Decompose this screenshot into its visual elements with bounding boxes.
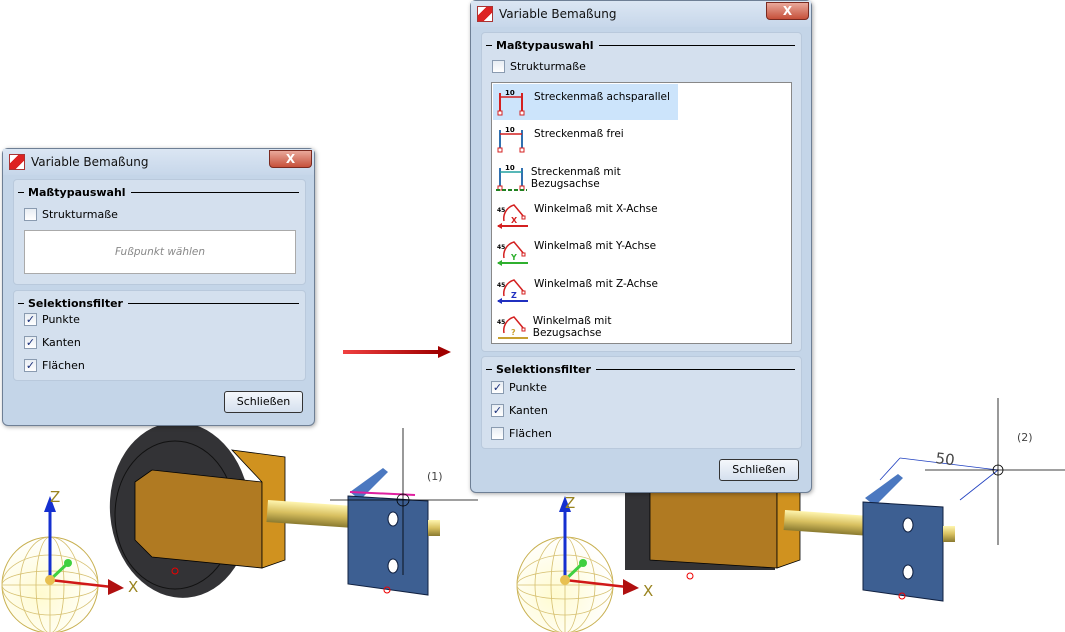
title-bar[interactable]: Variable Bemaßung: [3, 149, 314, 175]
bracket-part: [862, 473, 956, 602]
group-title: Maßtypauswahl: [486, 39, 795, 52]
checkbox-label: Flächen: [509, 427, 552, 440]
checkbox-label: Punkte: [509, 381, 547, 394]
checkbox-structure[interactable]: Strukturmaße: [492, 60, 586, 73]
dimension-type-label: Winkelmaß mit Z-Achse: [534, 277, 658, 290]
checkbox-label: Strukturmaße: [42, 208, 118, 221]
checkbox-faces[interactable]: Flächen: [491, 427, 552, 440]
angle-y-axis-icon: 45 Y: [497, 241, 528, 267]
group-dimension-type: Maßtypauswahl Strukturmaße Fußpunkt wähl…: [13, 179, 306, 285]
close-icon[interactable]: X: [269, 150, 312, 168]
dimension-type-item[interactable]: 45 Z Winkelmaß mit Z-Achse: [493, 271, 678, 307]
variable-dimension-dialog-initial: Variable Bemaßung X Maßtypauswahl Strukt…: [2, 148, 315, 426]
checkbox-label: Punkte: [42, 313, 80, 326]
svg-text:10: 10: [505, 164, 515, 172]
dimension-type-list[interactable]: 10 Streckenmaß achsparallel 10 Streckenmaß …: [491, 82, 792, 344]
checkbox-edges[interactable]: ✓ Kanten: [491, 404, 548, 417]
axis-z-label: Z: [565, 494, 575, 512]
transition-arrow: [343, 346, 451, 358]
hint-box: Fußpunkt wählen: [24, 230, 296, 274]
svg-text:45: 45: [497, 282, 505, 289]
dimension-type-item[interactable]: 10 Streckenmaß mit Bezugsachse: [493, 159, 678, 195]
linear-dimension-axis-parallel-icon: 10: [497, 89, 525, 116]
group-dimension-type: Maßtypauswahl Strukturmaße 10 Streckenmaß…: [481, 32, 802, 352]
variable-dimension-dialog-expanded: Variable Bemaßung X Maßtypauswahl Strukt…: [470, 0, 812, 493]
group-title: Selektionsfilter: [486, 363, 795, 376]
bracket-part: [347, 467, 441, 596]
marker-2: (2): [1017, 431, 1033, 444]
close-icon[interactable]: X: [766, 2, 809, 20]
svg-text:?: ?: [511, 328, 516, 337]
dimension-type-label: Streckenmaß frei: [534, 128, 624, 141]
group-title: Selektionsfilter: [18, 297, 299, 310]
svg-text:Y: Y: [510, 253, 517, 262]
checkbox-label: Kanten: [42, 336, 81, 349]
checkbox-points[interactable]: ✓ Punkte: [24, 313, 80, 326]
svg-text:45: 45: [497, 207, 505, 214]
svg-text:10: 10: [505, 89, 515, 97]
svg-text:45: 45: [497, 244, 505, 251]
marker-1: (1): [427, 470, 443, 483]
axis-gizmo: [0, 494, 126, 632]
angle-x-axis-icon: 45 X: [497, 204, 528, 229]
svg-text:X: X: [511, 216, 518, 225]
dimension-type-label: Winkelmaß mit X-Achse: [534, 202, 658, 215]
dimension-type-label: Winkelmaß mit Bezugsachse: [532, 314, 612, 339]
app-icon: [9, 154, 25, 170]
checkbox-faces[interactable]: ✓ Flächen: [24, 359, 85, 372]
linear-dimension-reference-axis-icon: 10: [496, 164, 527, 191]
crosshair-2: [925, 398, 1065, 545]
checkbox-points[interactable]: ✓ Punkte: [491, 381, 547, 394]
checkbox-edges[interactable]: ✓ Kanten: [24, 336, 81, 349]
wheel-assembly: [109, 422, 350, 598]
group-title: Maßtypauswahl: [18, 186, 299, 199]
axis-x-label: X: [128, 578, 138, 596]
dimension-type-label: Streckenmaß achsparallel: [534, 91, 670, 103]
axis-gizmo: [515, 494, 641, 632]
dialog-title: Variable Bemaßung: [499, 7, 617, 21]
angle-reference-axis-icon: 45?: [497, 315, 528, 339]
dimension-type-label: Streckenmaß mit Bezugsachse: [530, 165, 621, 190]
svg-text:45: 45: [497, 319, 505, 326]
checkbox-label: Strukturmaße: [510, 60, 586, 73]
checkbox-structure[interactable]: Strukturmaße: [24, 208, 118, 221]
group-selection-filter: Selektionsfilter ✓ Punkte ✓ Kanten ✓ Fläche…: [13, 290, 306, 381]
angle-z-axis-icon: 45 Z: [497, 278, 528, 304]
dimension-type-label: Winkelmaß mit Y-Achse: [534, 240, 657, 253]
axis-x-label: X: [643, 582, 653, 600]
svg-text:Z: Z: [511, 291, 517, 300]
dimension-type-item[interactable]: 10 Streckenmaß achsparallel: [493, 84, 678, 120]
dimension-type-item[interactable]: 45 X Winkelmaß mit X-Achse: [493, 196, 678, 232]
title-bar[interactable]: Variable Bemaßung: [471, 1, 811, 27]
dimension-type-item[interactable]: 10 Streckenmaß frei: [493, 121, 678, 157]
checkbox-label: Flächen: [42, 359, 85, 372]
group-selection-filter: Selektionsfilter ✓ Punkte ✓ Kanten Flächen: [481, 356, 802, 449]
linear-dimension-free-icon: 10: [497, 126, 525, 153]
app-icon: [477, 6, 493, 22]
close-button[interactable]: Schließen: [224, 391, 303, 413]
dimension-value: 50: [935, 449, 956, 469]
svg-text:10: 10: [505, 126, 515, 134]
checkbox-label: Kanten: [509, 404, 548, 417]
dimension-type-item[interactable]: 45 Y Winkelmaß mit Y-Achse: [493, 233, 678, 269]
close-button[interactable]: Schließen: [719, 459, 799, 481]
axis-z-label: Z: [50, 488, 60, 506]
wheel-assembly: [625, 490, 867, 580]
dimension-type-item[interactable]: 45? Winkelmaß mit Bezugsachse: [493, 308, 678, 344]
dialog-title: Variable Bemaßung: [31, 155, 149, 169]
